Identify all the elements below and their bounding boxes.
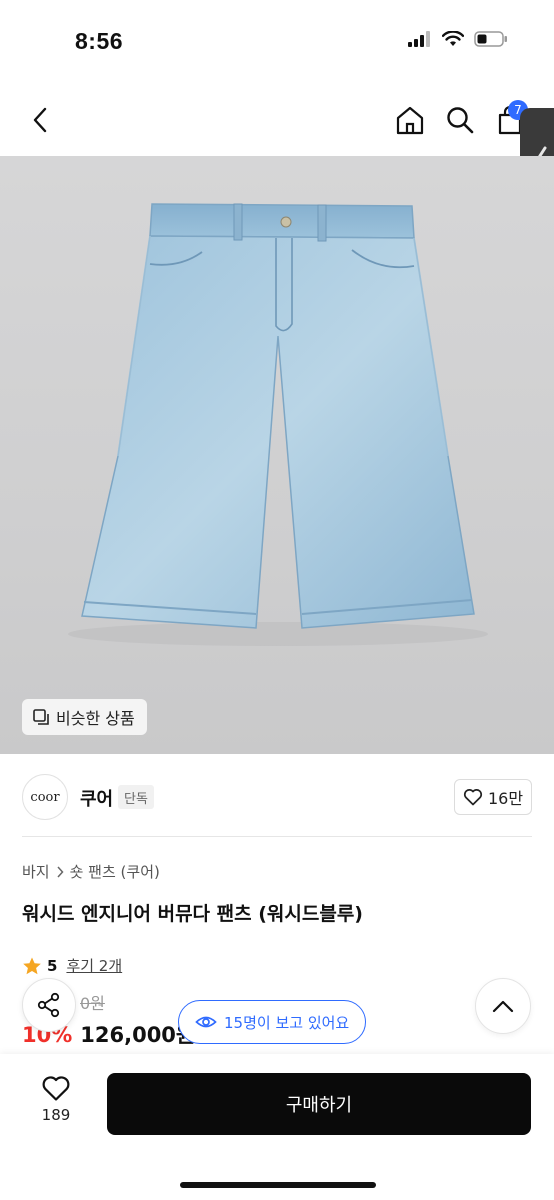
star-icon bbox=[23, 957, 41, 974]
divider bbox=[22, 836, 532, 837]
search-button[interactable] bbox=[440, 100, 480, 140]
share-icon bbox=[37, 992, 60, 1018]
viewers-text: 15명이 보고 있어요 bbox=[224, 1013, 350, 1032]
home-indicator bbox=[180, 1182, 376, 1188]
brand-name[interactable]: 쿠어 bbox=[80, 785, 113, 811]
heart-icon bbox=[463, 789, 483, 806]
exclusive-badge: 단독 bbox=[118, 785, 154, 809]
breadcrumb-category[interactable]: 바지 bbox=[22, 861, 50, 882]
chevron-left-icon bbox=[33, 107, 47, 133]
app-header bbox=[0, 86, 554, 156]
review-count-link[interactable]: 후기 2개 bbox=[66, 955, 122, 976]
home-button[interactable] bbox=[390, 100, 430, 140]
breadcrumb: 바지 숏 팬츠 (쿠어) bbox=[22, 861, 160, 882]
brand-like-count: 16만 bbox=[487, 789, 524, 808]
similar-products-label: 비슷한 상품 bbox=[56, 709, 135, 728]
chevron-right-icon bbox=[57, 865, 64, 878]
brand-row: coor 쿠어 단독 16만 bbox=[0, 770, 554, 826]
brand-logo[interactable]: coor bbox=[22, 774, 68, 820]
status-icons bbox=[408, 31, 508, 47]
breadcrumb-subcategory[interactable]: 숏 팬츠 (쿠어) bbox=[70, 861, 160, 882]
product-title: 워시드 엔지니어 버뮤다 팬츠 (워시드블루) bbox=[22, 903, 363, 925]
similar-products-button[interactable]: 비슷한 상품 bbox=[22, 699, 147, 735]
share-button[interactable] bbox=[22, 978, 76, 1032]
brand-like-button[interactable]: 16만 bbox=[454, 779, 532, 815]
eye-icon bbox=[195, 1016, 217, 1028]
rating-row: 5 후기 2개 bbox=[22, 955, 122, 976]
similar-products-icon bbox=[33, 709, 49, 725]
back-button[interactable] bbox=[20, 100, 60, 140]
wifi-icon bbox=[442, 31, 464, 46]
buy-button[interactable]: 구매하기 bbox=[107, 1073, 531, 1135]
bottom-action-bar: 189 구매하기 bbox=[0, 1054, 554, 1200]
original-price: 0원 bbox=[80, 994, 105, 1013]
chevron-up-icon bbox=[492, 1000, 514, 1013]
heart-icon bbox=[42, 1076, 70, 1101]
scroll-to-top-button[interactable] bbox=[475, 978, 531, 1034]
battery-icon bbox=[474, 31, 507, 47]
home-icon bbox=[396, 106, 424, 135]
rating-score: 5 bbox=[47, 956, 58, 975]
viewers-indicator: 15명이 보고 있어요 bbox=[178, 1000, 367, 1044]
product-like-count: 189 bbox=[41, 1106, 71, 1124]
signal-icon bbox=[408, 31, 430, 47]
product-like-button[interactable]: 189 bbox=[22, 1074, 90, 1144]
denim-shorts-illustration bbox=[68, 203, 488, 646]
search-icon bbox=[447, 107, 474, 134]
status-bar: 8:56 bbox=[0, 0, 554, 86]
product-image[interactable] bbox=[0, 156, 554, 754]
status-time: 8:56 bbox=[75, 28, 124, 54]
